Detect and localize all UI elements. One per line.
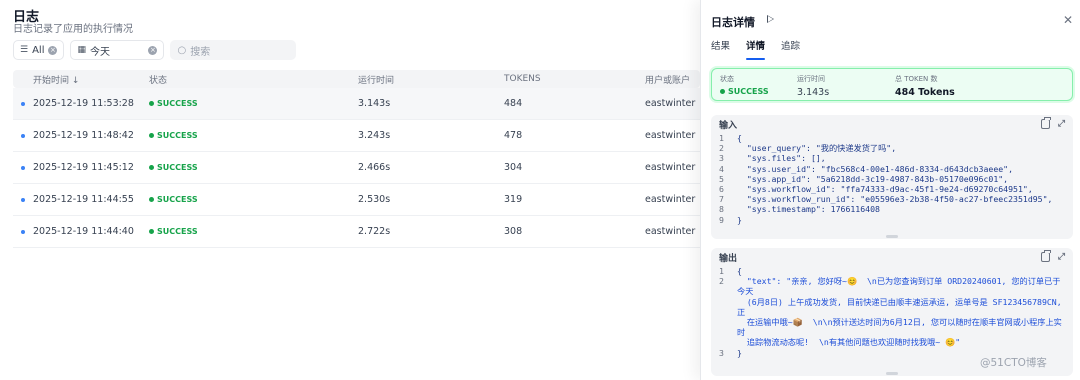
- panel-title: 日志详情: [711, 16, 755, 29]
- date-filter-label: 今天: [90, 46, 110, 58]
- clear-date-icon[interactable]: ×: [148, 45, 158, 55]
- filter-bar: ☰ All × ▦ 今天 × ○ 搜索: [13, 40, 297, 60]
- code-line: }: [737, 347, 742, 358]
- cell-runtime: 2.722s: [358, 226, 391, 237]
- unread-dot: [13, 133, 33, 138]
- code-line: "sys.user_id": "fbc568c4-00e1-486d-8334-…: [737, 163, 1014, 174]
- column-header-runtime: 运行时间: [358, 75, 395, 86]
- cell-tokens: 478: [504, 130, 523, 141]
- cell-user: eastwinter: [645, 98, 696, 109]
- cell-user: eastwinter: [645, 162, 696, 173]
- table-row[interactable]: 2025-12-19 11:44:55 SUCCESS 2.530s 319 e…: [13, 184, 700, 216]
- unread-dot: [13, 101, 33, 106]
- output-code: 1{ 2 "text": "亲亲, 您好呀~😊 \n已为您查询到订单 ORD20…: [711, 266, 1073, 358]
- status-filter-label: All: [32, 44, 45, 56]
- date-filter[interactable]: ▦ 今天 ×: [70, 40, 165, 60]
- summary-runtime-label: 运行时间: [797, 75, 825, 83]
- tab-trace[interactable]: 追踪: [781, 38, 800, 60]
- cell-runtime: 3.143s: [358, 98, 391, 109]
- cell-runtime: 3.243s: [358, 130, 391, 141]
- table-row[interactable]: 2025-12-19 11:53:28 SUCCESS 3.143s 484 e…: [13, 88, 700, 120]
- cell-start-time: 2025-12-19 11:45:12: [33, 162, 134, 173]
- cell-user: eastwinter: [645, 226, 696, 237]
- cell-tokens: 484: [504, 98, 523, 109]
- cell-tokens: 304: [504, 162, 523, 173]
- summary-runtime-value: 3.143s: [797, 87, 830, 98]
- watermark: @51CTO博客: [980, 357, 1047, 369]
- cell-tokens: 308: [504, 226, 523, 237]
- cell-user: eastwinter: [645, 130, 696, 141]
- expand-icon[interactable]: ⤢: [1058, 119, 1065, 129]
- code-line: "user_query": "我的快递发货了吗",: [737, 143, 897, 154]
- copy-icon[interactable]: [1040, 117, 1051, 129]
- summary-tokens-value: 484 Tokens: [895, 87, 955, 98]
- calendar-icon: ▦: [77, 45, 86, 55]
- status-badge: SUCCESS: [149, 227, 198, 236]
- status-badge: SUCCESS: [149, 99, 198, 108]
- search-placeholder: 搜索: [190, 46, 211, 58]
- run-summary-card: 状态 SUCCESS 运行时间 3.143s 总 TOKEN 数 484 Tok…: [711, 68, 1073, 101]
- code-line: "sys.workflow_id": "ffa74333-d9ac-45f1-9…: [737, 184, 1033, 195]
- search-icon: ○: [177, 44, 187, 56]
- detail-tabs: 结果 详情 追踪: [711, 38, 800, 60]
- table-row[interactable]: 2025-12-19 11:44:40 SUCCESS 2.722s 308 e…: [13, 216, 700, 248]
- search-input[interactable]: ○ 搜索: [170, 40, 297, 60]
- input-code-block: 输入 ⤢ 1{ 2 "user_query": "我的快递发货了吗", 3 "s…: [711, 115, 1073, 239]
- column-header-tokens: TOKENS: [504, 74, 541, 84]
- code-line: "sys.timestamp": 1766116408: [737, 204, 880, 215]
- code-line: {: [737, 266, 742, 276]
- expand-icon[interactable]: ⤢: [1058, 252, 1065, 262]
- code-line: "text": "亲亲, 您好呀~😊 \n已为您查询到订单 ORD2024060…: [737, 276, 1062, 348]
- cell-start-time: 2025-12-19 11:53:28: [33, 98, 134, 109]
- cell-user: eastwinter: [645, 194, 696, 205]
- input-label: 输入: [719, 120, 738, 131]
- cell-tokens: 319: [504, 194, 523, 205]
- table-row[interactable]: 2025-12-19 11:48:42 SUCCESS 3.243s 478 e…: [13, 120, 700, 152]
- clear-status-icon[interactable]: ×: [48, 45, 58, 55]
- resize-handle[interactable]: [886, 372, 898, 375]
- unread-dot: [13, 197, 33, 202]
- cell-start-time: 2025-12-19 11:44:55: [33, 194, 134, 205]
- page-subtitle: 日志记录了应用的执行情况: [13, 24, 133, 35]
- status-badge: SUCCESS: [149, 131, 198, 140]
- summary-status-badge: SUCCESS: [720, 87, 797, 96]
- cell-runtime: 2.530s: [358, 194, 391, 205]
- status-badge: SUCCESS: [149, 195, 198, 204]
- close-icon[interactable]: ✕: [1063, 13, 1073, 27]
- code-line: {: [737, 133, 742, 143]
- output-label: 输出: [719, 253, 738, 264]
- cell-start-time: 2025-12-19 11:48:42: [33, 130, 134, 141]
- code-line: "sys.app_id": "5a6218dd-3c19-4987-843b-0…: [737, 173, 1009, 184]
- cell-runtime: 2.466s: [358, 162, 391, 173]
- column-header-status: 状态: [149, 75, 168, 86]
- column-header-user: 用户或账户: [645, 75, 691, 86]
- log-list-area: 日志 日志记录了应用的执行情况 ☰ All × ▦ 今天 × ○ 搜索 开始时间…: [0, 0, 700, 380]
- play-icon[interactable]: [767, 15, 774, 23]
- summary-status-label: 状态: [720, 75, 734, 83]
- status-filter[interactable]: ☰ All ×: [13, 40, 65, 60]
- summary-tokens-label: 总 TOKEN 数: [895, 75, 938, 83]
- tab-detail[interactable]: 详情: [746, 38, 766, 60]
- unread-dot: [13, 229, 33, 234]
- table-header: 开始时间 ↓ 状态 运行时间 TOKENS 用户或账户: [13, 70, 700, 88]
- input-code: 1{ 2 "user_query": "我的快递发货了吗", 3 "sys.fi…: [719, 133, 1053, 225]
- tab-result[interactable]: 结果: [711, 38, 730, 60]
- code-line: "sys.workflow_run_id": "e05596e3-2b38-4f…: [737, 194, 1053, 205]
- cell-start-time: 2025-12-19 11:44:40: [33, 226, 134, 237]
- resize-handle[interactable]: [886, 235, 898, 238]
- status-badge: SUCCESS: [149, 163, 198, 172]
- code-line: "sys.files": [],: [737, 153, 826, 164]
- unread-dot: [13, 165, 33, 170]
- table-row[interactable]: 2025-12-19 11:45:12 SUCCESS 2.466s 304 e…: [13, 152, 700, 184]
- log-table: 开始时间 ↓ 状态 运行时间 TOKENS 用户或账户 2025-12-19 1…: [13, 70, 700, 248]
- log-detail-panel: 日志详情 ✕ 结果 详情 追踪 状态 SUCCESS 运行时间 3.143s 总…: [700, 0, 1080, 380]
- column-header-start-time[interactable]: 开始时间 ↓: [33, 73, 149, 86]
- filter-icon: ☰: [20, 45, 29, 55]
- copy-icon[interactable]: [1040, 250, 1051, 262]
- code-line: }: [737, 214, 742, 225]
